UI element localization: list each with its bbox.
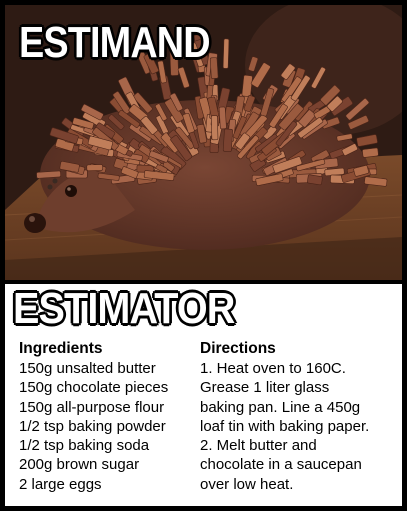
ingredient-item: 150g all-purpose flour: [19, 398, 165, 416]
ingredient-item: 1/2 tsp baking soda: [19, 437, 150, 455]
directions-text: 1. Heat oven to 160C. Grease 1 liter gla…: [200, 359, 400, 494]
meme-frame: ESTIMAND ESTIMATOR Ingredients 150g unsa…: [0, 0, 407, 511]
ingredient-item: 150g unsalted butter: [19, 360, 156, 377]
directions-line: loaf tin with baking paper.: [200, 417, 370, 435]
ingredients-list: 150g unsalted butter 150g chocolate piec…: [19, 359, 197, 494]
ingredients-heading: Ingredients: [19, 340, 103, 357]
hedgehog-nose: [24, 213, 46, 233]
chocolate-flake: [307, 174, 323, 186]
chocolate-flake: [218, 106, 227, 130]
directions-heading: Directions: [200, 340, 276, 357]
chocolate-flake: [36, 170, 61, 179]
ingredient-item: 150g chocolate pieces: [19, 379, 169, 397]
directions-line: 1. Heat oven to 160C.: [200, 360, 346, 377]
hedgehog-eye: [65, 185, 77, 197]
ingredient-item: 1/2 tsp baking powder: [19, 417, 166, 435]
chocolate-flake: [241, 74, 253, 97]
top-caption: ESTIMAND: [19, 18, 211, 67]
chocolate-flake: [222, 128, 233, 152]
chocolate-flake: [210, 115, 219, 141]
chocolate-flake: [362, 147, 379, 158]
bottom-caption: ESTIMATOR: [13, 284, 235, 333]
hedgehog-cake-photo: ESTIMAND: [5, 5, 402, 280]
chocolate-flake: [86, 164, 103, 172]
directions-line: over low heat.: [200, 475, 294, 493]
directions-line: baking pan. Line a 450g: [200, 398, 361, 416]
chocolate-flake: [222, 38, 230, 69]
directions-column: Directions 1. Heat oven to 160C. Grease …: [200, 339, 400, 494]
chocolate-flake: [209, 57, 219, 79]
directions-line: 2. Melt butter and: [200, 437, 317, 455]
ingredient-item: 200g brown sugar: [19, 456, 140, 474]
directions-line: chocolate in a saucepan: [200, 456, 362, 474]
directions-line: Grease 1 liter glass: [200, 379, 330, 397]
ingredients-column: Ingredients 150g unsalted butter 150g ch…: [19, 339, 197, 494]
recipe-panel: ESTIMATOR Ingredients 150g unsalted butt…: [5, 284, 402, 506]
ingredient-item: 2 large eggs: [19, 475, 102, 493]
